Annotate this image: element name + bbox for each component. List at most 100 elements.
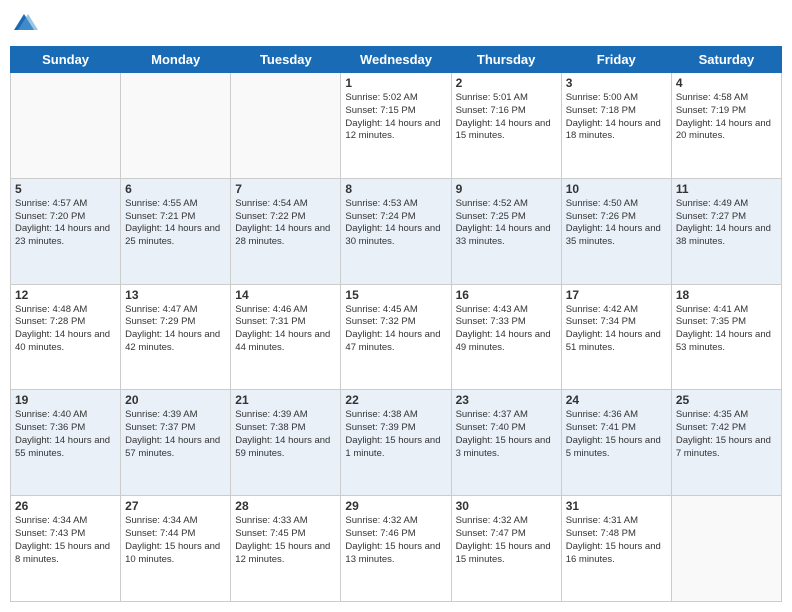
logo (10, 10, 40, 38)
calendar-week-row: 5 Sunrise: 4:57 AM Sunset: 7:20 PM Daylig… (11, 178, 782, 284)
calendar-day-cell: 13 Sunrise: 4:47 AM Sunset: 7:29 PM Dayli… (121, 284, 231, 390)
day-info: Sunrise: 4:46 AM Sunset: 7:31 PM Dayligh… (235, 304, 336, 355)
day-info: Sunrise: 4:39 AM Sunset: 7:38 PM Dayligh… (235, 409, 336, 460)
day-number: 12 (15, 288, 116, 302)
header (10, 10, 782, 38)
day-number: 23 (456, 393, 557, 407)
calendar-day-cell: 5 Sunrise: 4:57 AM Sunset: 7:20 PM Daylig… (11, 178, 121, 284)
calendar-day-header: Sunday (11, 47, 121, 73)
day-number: 30 (456, 499, 557, 513)
calendar-day-cell: 17 Sunrise: 4:42 AM Sunset: 7:34 PM Dayli… (561, 284, 671, 390)
day-number: 31 (566, 499, 667, 513)
day-number: 29 (345, 499, 446, 513)
calendar-week-row: 1 Sunrise: 5:02 AM Sunset: 7:15 PM Daylig… (11, 73, 782, 179)
calendar-day-cell: 28 Sunrise: 4:33 AM Sunset: 7:45 PM Dayli… (231, 496, 341, 602)
day-info: Sunrise: 4:40 AM Sunset: 7:36 PM Dayligh… (15, 409, 116, 460)
calendar: SundayMondayTuesdayWednesdayThursdayFrid… (10, 46, 782, 602)
calendar-day-cell: 19 Sunrise: 4:40 AM Sunset: 7:36 PM Dayli… (11, 390, 121, 496)
day-info: Sunrise: 4:49 AM Sunset: 7:27 PM Dayligh… (676, 198, 777, 249)
calendar-day-cell: 12Sunrise: 4:48 AM Sunset: 7:28 PM Dayli… (11, 284, 121, 390)
day-info: Sunrise: 4:50 AM Sunset: 7:26 PM Dayligh… (566, 198, 667, 249)
page: SundayMondayTuesdayWednesdayThursdayFrid… (0, 0, 792, 612)
calendar-day-header: Friday (561, 47, 671, 73)
calendar-day-cell: 16 Sunrise: 4:43 AM Sunset: 7:33 PM Dayli… (451, 284, 561, 390)
day-number: 11 (676, 182, 777, 196)
day-info: Sunrise: 4:47 AM Sunset: 7:29 PM Dayligh… (125, 304, 226, 355)
day-number: 20 (125, 393, 226, 407)
day-number: 22 (345, 393, 446, 407)
day-info: Sunrise: 4:36 AM Sunset: 7:41 PM Dayligh… (566, 409, 667, 460)
calendar-day-cell (671, 496, 781, 602)
calendar-week-row: 26Sunrise: 4:34 AM Sunset: 7:43 PM Dayli… (11, 496, 782, 602)
calendar-day-cell: 31 Sunrise: 4:31 AM Sunset: 7:48 PM Dayli… (561, 496, 671, 602)
calendar-day-cell (121, 73, 231, 179)
calendar-day-header: Tuesday (231, 47, 341, 73)
calendar-day-cell (11, 73, 121, 179)
calendar-week-row: 12Sunrise: 4:48 AM Sunset: 7:28 PM Dayli… (11, 284, 782, 390)
day-number: 5 (15, 182, 116, 196)
day-info: Sunrise: 4:39 AM Sunset: 7:37 PM Dayligh… (125, 409, 226, 460)
day-number: 27 (125, 499, 226, 513)
day-info: Sunrise: 4:54 AM Sunset: 7:22 PM Dayligh… (235, 198, 336, 249)
day-info: Sunrise: 4:31 AM Sunset: 7:48 PM Dayligh… (566, 515, 667, 566)
day-info: Sunrise: 4:52 AM Sunset: 7:25 PM Dayligh… (456, 198, 557, 249)
calendar-day-cell: 24 Sunrise: 4:36 AM Sunset: 7:41 PM Dayli… (561, 390, 671, 496)
day-info: Sunrise: 5:01 AM Sunset: 7:16 PM Dayligh… (456, 92, 557, 143)
calendar-header-row: SundayMondayTuesdayWednesdayThursdayFrid… (11, 47, 782, 73)
day-info: Sunrise: 4:57 AM Sunset: 7:20 PM Dayligh… (15, 198, 116, 249)
day-number: 19 (15, 393, 116, 407)
day-info: Sunrise: 4:58 AM Sunset: 7:19 PM Dayligh… (676, 92, 777, 143)
day-info: Sunrise: 4:32 AM Sunset: 7:46 PM Dayligh… (345, 515, 446, 566)
calendar-day-cell: 20 Sunrise: 4:39 AM Sunset: 7:37 PM Dayli… (121, 390, 231, 496)
day-number: 15 (345, 288, 446, 302)
calendar-day-cell: 4Sunrise: 4:58 AM Sunset: 7:19 PM Daylig… (671, 73, 781, 179)
calendar-day-header: Wednesday (341, 47, 451, 73)
day-number: 6 (125, 182, 226, 196)
calendar-day-cell: 9 Sunrise: 4:52 AM Sunset: 7:25 PM Daylig… (451, 178, 561, 284)
day-number: 10 (566, 182, 667, 196)
day-number: 8 (345, 182, 446, 196)
calendar-day-cell: 26Sunrise: 4:34 AM Sunset: 7:43 PM Dayli… (11, 496, 121, 602)
calendar-day-cell: 18 Sunrise: 4:41 AM Sunset: 7:35 PM Dayli… (671, 284, 781, 390)
calendar-day-cell: 27 Sunrise: 4:34 AM Sunset: 7:44 PM Dayli… (121, 496, 231, 602)
day-number: 16 (456, 288, 557, 302)
day-info: Sunrise: 4:33 AM Sunset: 7:45 PM Dayligh… (235, 515, 336, 566)
day-info: Sunrise: 4:42 AM Sunset: 7:34 PM Dayligh… (566, 304, 667, 355)
day-number: 1 (345, 76, 446, 90)
calendar-day-cell: 22Sunrise: 4:38 AM Sunset: 7:39 PM Dayli… (341, 390, 451, 496)
calendar-day-cell: 1 Sunrise: 5:02 AM Sunset: 7:15 PM Daylig… (341, 73, 451, 179)
day-number: 13 (125, 288, 226, 302)
day-info: Sunrise: 4:55 AM Sunset: 7:21 PM Dayligh… (125, 198, 226, 249)
day-info: Sunrise: 4:37 AM Sunset: 7:40 PM Dayligh… (456, 409, 557, 460)
day-info: Sunrise: 4:53 AM Sunset: 7:24 PM Dayligh… (345, 198, 446, 249)
day-info: Sunrise: 5:02 AM Sunset: 7:15 PM Dayligh… (345, 92, 446, 143)
day-number: 28 (235, 499, 336, 513)
day-number: 17 (566, 288, 667, 302)
day-info: Sunrise: 4:32 AM Sunset: 7:47 PM Dayligh… (456, 515, 557, 566)
day-number: 14 (235, 288, 336, 302)
day-info: Sunrise: 4:43 AM Sunset: 7:33 PM Dayligh… (456, 304, 557, 355)
calendar-day-cell: 21 Sunrise: 4:39 AM Sunset: 7:38 PM Dayli… (231, 390, 341, 496)
day-info: Sunrise: 4:34 AM Sunset: 7:44 PM Dayligh… (125, 515, 226, 566)
day-number: 2 (456, 76, 557, 90)
day-info: Sunrise: 4:35 AM Sunset: 7:42 PM Dayligh… (676, 409, 777, 460)
calendar-day-cell: 8 Sunrise: 4:53 AM Sunset: 7:24 PM Daylig… (341, 178, 451, 284)
day-info: Sunrise: 5:00 AM Sunset: 7:18 PM Dayligh… (566, 92, 667, 143)
calendar-day-cell: 23 Sunrise: 4:37 AM Sunset: 7:40 PM Dayli… (451, 390, 561, 496)
day-number: 3 (566, 76, 667, 90)
calendar-day-cell: 7Sunrise: 4:54 AM Sunset: 7:22 PM Daylig… (231, 178, 341, 284)
day-number: 9 (456, 182, 557, 196)
calendar-day-cell: 30 Sunrise: 4:32 AM Sunset: 7:47 PM Dayli… (451, 496, 561, 602)
logo-icon (10, 10, 38, 38)
day-number: 21 (235, 393, 336, 407)
day-number: 18 (676, 288, 777, 302)
calendar-day-cell: 25Sunrise: 4:35 AM Sunset: 7:42 PM Dayli… (671, 390, 781, 496)
day-info: Sunrise: 4:45 AM Sunset: 7:32 PM Dayligh… (345, 304, 446, 355)
calendar-day-cell: 15 Sunrise: 4:45 AM Sunset: 7:32 PM Dayli… (341, 284, 451, 390)
calendar-day-header: Thursday (451, 47, 561, 73)
day-info: Sunrise: 4:41 AM Sunset: 7:35 PM Dayligh… (676, 304, 777, 355)
calendar-day-cell: 10 Sunrise: 4:50 AM Sunset: 7:26 PM Dayli… (561, 178, 671, 284)
calendar-day-cell (231, 73, 341, 179)
day-number: 24 (566, 393, 667, 407)
calendar-week-row: 19 Sunrise: 4:40 AM Sunset: 7:36 PM Dayli… (11, 390, 782, 496)
